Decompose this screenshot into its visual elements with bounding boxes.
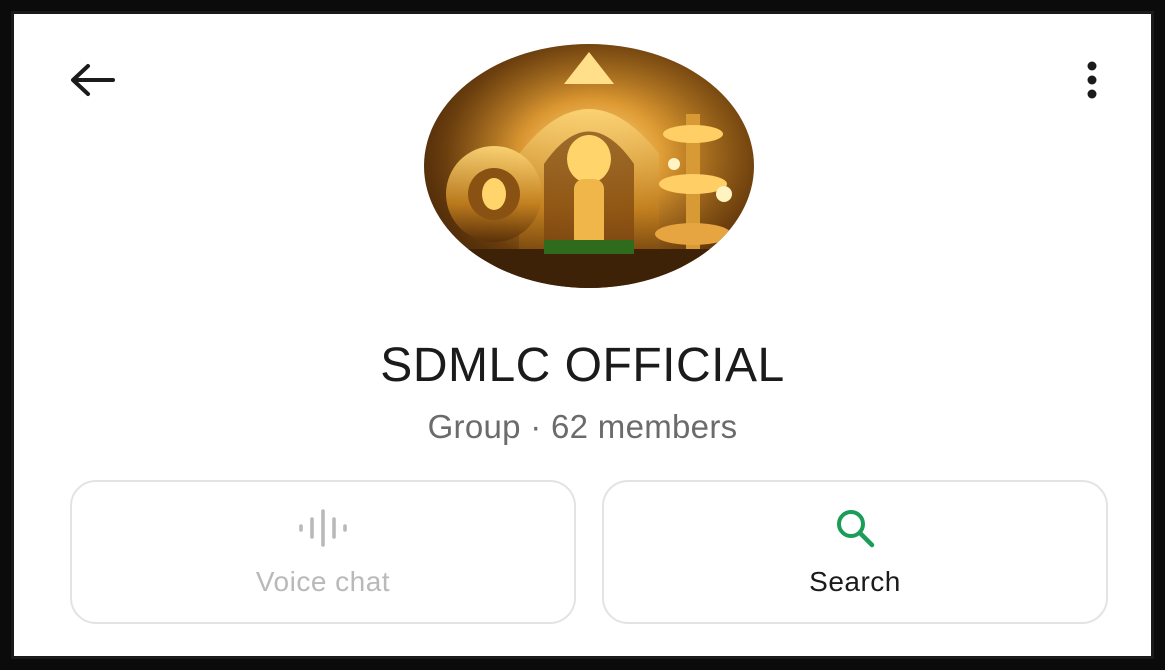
search-label: Search <box>809 566 901 597</box>
back-button[interactable] <box>64 56 120 104</box>
more-options-button[interactable] <box>1068 52 1116 108</box>
search-icon <box>837 510 875 548</box>
voice-chat-label: Voice chat <box>255 566 391 597</box>
arrow-left-icon <box>71 64 115 96</box>
group-member-count: Group · 62 members <box>427 408 738 445</box>
search-button[interactable]: Search <box>602 480 1108 624</box>
voice-chat-button[interactable]: Voice chat <box>70 480 576 624</box>
group-info-screen: SDMLC OFFICIAL Group · 62 members Voice … <box>18 18 1147 652</box>
more-vertical-icon <box>1087 61 1097 99</box>
waveform-icon <box>299 509 347 547</box>
group-name: SDMLC OFFICIAL <box>380 339 785 392</box>
group-avatar[interactable] <box>424 44 754 288</box>
group-avatar-image <box>424 44 754 288</box>
